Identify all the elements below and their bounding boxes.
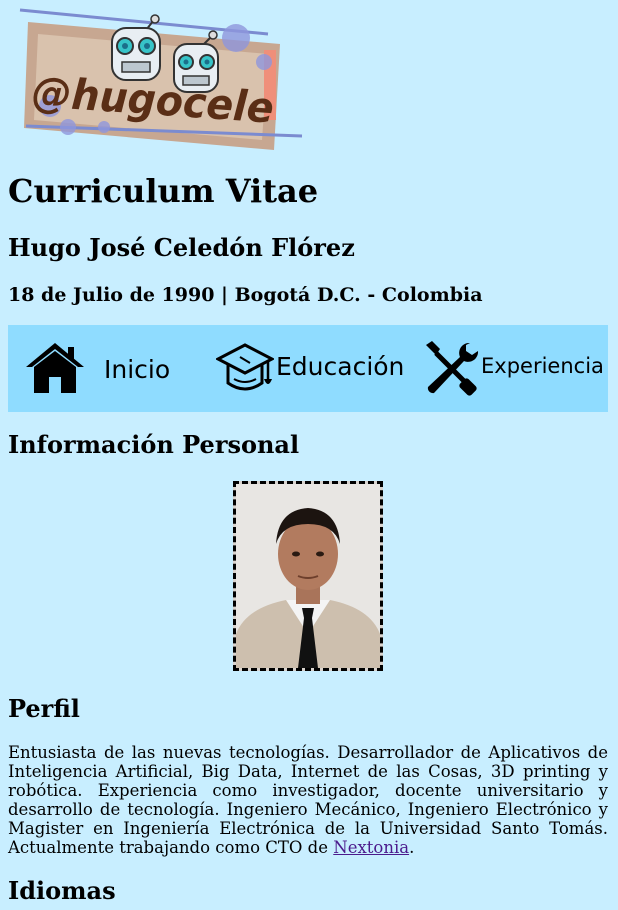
portrait-image — [236, 484, 380, 668]
nextonia-link[interactable]: Nextonia — [333, 838, 409, 857]
hugocele-logo: @hugocele — [19, 8, 303, 150]
nav-educacion[interactable]: Educación — [214, 325, 414, 412]
person-name: Hugo José Celedón Flórez — [8, 233, 355, 262]
nav-inicio[interactable]: Inicio — [22, 325, 192, 412]
house-icon — [26, 343, 84, 393]
personal-info-heading: Información Personal — [8, 430, 300, 459]
nav-experiencia-label: Experiencia — [481, 354, 604, 378]
main-nav: Inicio Educación Experiencia — [8, 325, 608, 412]
profile-text: Entusiasta de las nuevas tecnologías. De… — [8, 743, 608, 857]
nav-experiencia[interactable]: Experiencia — [418, 325, 608, 412]
graduation-cap-icon — [216, 343, 274, 391]
tools-icon — [426, 341, 479, 396]
nav-inicio-label: Inicio — [104, 355, 171, 384]
profile-body: Entusiasta de las nuevas tecnologías. De… — [8, 743, 608, 857]
birth-info: 18 de Julio de 1990 | Bogotá D.C. - Colo… — [8, 284, 483, 306]
profile-heading: Perfil — [8, 694, 80, 723]
profile-photo — [233, 481, 383, 671]
nav-educacion-label: Educación — [276, 352, 405, 381]
page-title: Curriculum Vitae — [8, 172, 319, 210]
profile-suffix: . — [409, 838, 415, 857]
languages-heading: Idiomas — [8, 876, 116, 905]
